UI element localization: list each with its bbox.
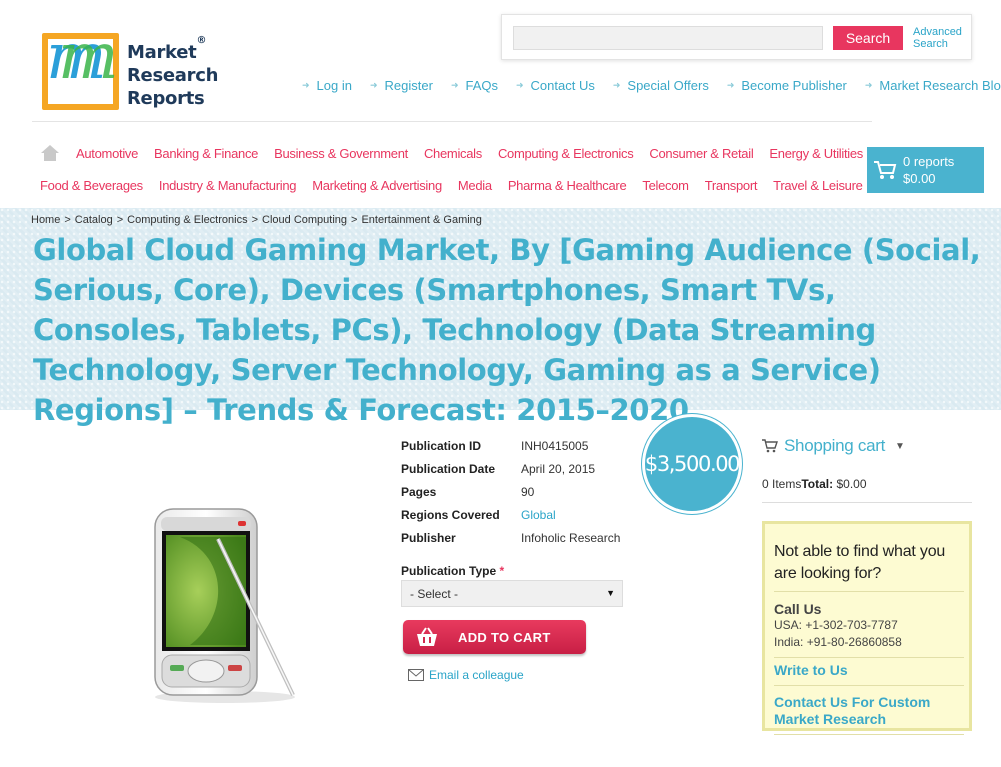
breadcrumb-separator: > [116, 214, 124, 226]
category-telecom[interactable]: Telecom [642, 178, 689, 193]
detail-value: April 20, 2015 [521, 461, 596, 476]
cart-icon [762, 439, 778, 453]
help-question: Not able to find what you are looking fo… [774, 543, 946, 582]
publication-details: Publication ID INH0415005 Publication Date… [401, 434, 620, 549]
custom-research-link[interactable]: Contact Us For Custom Market Research [774, 694, 964, 728]
category-industry-manufacturing[interactable]: Industry & Manufacturing [159, 178, 297, 193]
detail-label: Publication Date [401, 461, 496, 476]
breadcrumb-item[interactable]: Entertainment & Gaming [361, 214, 481, 226]
category-energy-utilities[interactable]: Energy & Utilities [769, 146, 863, 161]
site-logo[interactable]: m m Market® Research Reports [42, 25, 218, 111]
category-business-government[interactable]: Business & Government [274, 146, 408, 161]
arrow-icon: ➜ [369, 80, 378, 90]
detail-row: Regions Covered Global [401, 503, 620, 526]
logo-mark-icon: m m [42, 25, 119, 110]
envelope-icon [408, 669, 424, 681]
top-link-register[interactable]: ➜ Register [370, 78, 433, 93]
arrow-icon: ➜ [450, 80, 459, 90]
cart-icon [874, 161, 897, 179]
arrow-icon: ➜ [612, 80, 621, 90]
basket-icon [417, 627, 437, 646]
home-icon[interactable] [40, 144, 60, 162]
advanced-search-link[interactable]: Advanced Search [913, 26, 973, 50]
top-link-become-publisher[interactable]: ➜ Become Publisher [727, 78, 847, 93]
category-transport[interactable]: Transport [705, 178, 758, 193]
detail-value[interactable]: Global [521, 508, 556, 522]
top-link-market-research-blog[interactable]: ➜ Market Research Blog [865, 78, 1001, 93]
add-to-cart-button[interactable]: ADD TO CART [403, 620, 586, 654]
publication-type-label: Publication Type * [401, 564, 505, 578]
category-marketing-advertising[interactable]: Marketing & Advertising [312, 178, 442, 193]
detail-row: Publication ID INH0415005 [401, 434, 620, 457]
category-banking-finance[interactable]: Banking & Finance [154, 146, 258, 161]
page-title: Global Cloud Gaming Market, By [Gaming A… [33, 233, 981, 427]
top-link-faqs[interactable]: ➜ FAQs [451, 78, 498, 93]
help-panel: Not able to find what you are looking fo… [762, 521, 972, 735]
header-divider [32, 121, 872, 122]
arrow-icon: ➜ [864, 80, 873, 90]
header-cart-count: 0 reports [903, 154, 955, 169]
smartphone-product-image [154, 508, 295, 703]
detail-value: INH0415005 [521, 438, 589, 453]
price-badge: $3,500.00 [642, 414, 742, 514]
search-button[interactable]: Search [833, 26, 903, 50]
detail-value: 90 [521, 484, 535, 499]
category-nav-row-1: Automotive Banking & Finance Business & Go… [76, 146, 863, 161]
detail-label: Regions Covered [401, 507, 500, 522]
breadcrumb-item[interactable]: Cloud Computing [262, 214, 347, 226]
top-link-contact-us[interactable]: ➜ Contact Us [516, 78, 595, 93]
category-chemicals[interactable]: Chemicals [424, 146, 482, 161]
breadcrumb-item[interactable]: Home [31, 214, 60, 226]
top-link-log-in[interactable]: ➜ Log in [302, 78, 352, 93]
category-consumer-retail[interactable]: Consumer & Retail [649, 146, 753, 161]
arrow-icon: ➜ [302, 80, 310, 90]
header-cart-total: $0.00 [903, 171, 936, 186]
category-pharma-healthcare[interactable]: Pharma & Healthcare [508, 178, 627, 193]
breadcrumb: Home > Catalog > Computing & Electronics > Clo… [31, 214, 482, 226]
detail-row: Publisher Infoholic Research [401, 526, 620, 549]
chevron-down-icon: ▼ [895, 440, 905, 452]
detail-row: Pages 90 [401, 480, 620, 503]
chevron-down-icon: ▼ [606, 588, 615, 598]
category-travel-leisure[interactable]: Travel & Leisure [773, 178, 863, 193]
detail-label: Pages [401, 484, 437, 499]
breadcrumb-separator: > [251, 214, 259, 226]
write-to-us-link[interactable]: Write to Us [774, 662, 964, 679]
breadcrumb-item[interactable]: Catalog [75, 214, 113, 226]
required-asterisk: * [499, 564, 505, 578]
arrow-icon: ➜ [516, 80, 524, 90]
call-us-heading: Call Us [774, 601, 822, 617]
search-panel: Search Advanced Search [501, 14, 972, 60]
breadcrumb-separator: > [351, 214, 358, 226]
category-food-beverages[interactable]: Food & Beverages [40, 178, 143, 193]
category-automotive[interactable]: Automotive [76, 146, 138, 161]
shopping-cart-toggle[interactable]: Shopping cart ▼ [762, 436, 905, 456]
cart-summary: 0 ItemsTotal: $0.00 [762, 477, 867, 491]
category-media[interactable]: Media [458, 178, 492, 193]
publication-type-select[interactable]: - Select - ▼ [401, 580, 623, 607]
email-colleague-link[interactable]: Email a colleague [408, 668, 524, 682]
detail-label: Publication ID [401, 438, 482, 453]
arrow-icon: ➜ [726, 80, 735, 90]
category-nav-row-2: Food & Beverages Industry & Manufacturing… [40, 178, 863, 193]
breadcrumb-separator: > [64, 214, 71, 226]
phone-india: India: +91-80-26860858 [774, 635, 902, 649]
detail-label: Publisher [401, 530, 456, 545]
category-computing-electronics[interactable]: Computing & Electronics [498, 146, 634, 161]
detail-row: Publication Date April 20, 2015 [401, 457, 620, 480]
phone-usa: USA: +1-302-703-7787 [774, 618, 898, 632]
search-input[interactable] [513, 26, 823, 50]
cart-divider [762, 502, 972, 503]
logo-wordmark: Market® Research Reports [127, 35, 219, 109]
detail-value: Infoholic Research [521, 530, 621, 545]
breadcrumb-item[interactable]: Computing & Electronics [127, 214, 247, 226]
header-cart-button[interactable]: 0 reports $0.00 [867, 147, 984, 193]
top-link-special-offers[interactable]: ➜ Special Offers [613, 78, 709, 93]
top-links: ➜ Log in ➜ Register ➜ FAQs ➜ Contact Us ➜ Special… [302, 78, 1001, 93]
